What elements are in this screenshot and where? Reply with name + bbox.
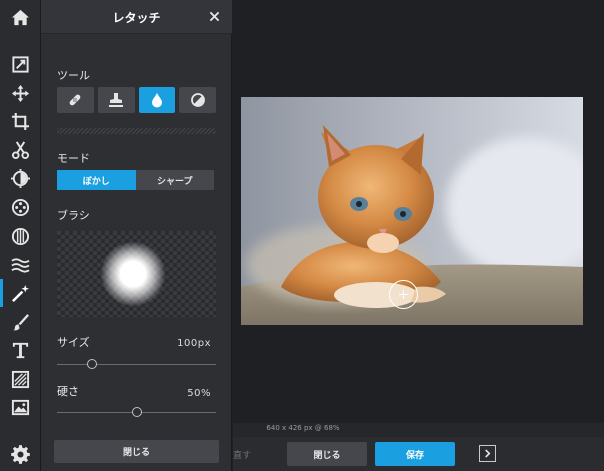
dodge-tool-button[interactable] xyxy=(179,87,216,113)
size-slider-thumb[interactable] xyxy=(86,359,97,369)
canvas-workspace: 640 x 426 px @ 68% 直す 閉じる 保存 xyxy=(233,0,604,471)
image-icon xyxy=(11,399,30,415)
brush-cursor xyxy=(389,280,418,309)
photo-editor-app: レタッチ ツール モード ぼかし シャープ ブラシ サイズ 100px 硬さ 5… xyxy=(0,0,604,471)
undo-button[interactable]: 直す xyxy=(233,448,251,461)
heal-tool-button[interactable] xyxy=(57,87,94,113)
panel-toggle-button[interactable] xyxy=(479,445,496,462)
hardness-value: 50% xyxy=(187,388,211,399)
text-icon xyxy=(12,342,29,358)
bandage-icon xyxy=(70,94,81,106)
hardness-slider-thumb[interactable] xyxy=(131,407,142,417)
mode-blur-button[interactable]: ぼかし xyxy=(57,170,136,190)
brush-icon xyxy=(12,313,29,330)
crop-button[interactable] xyxy=(0,107,41,135)
brush-shape-preview xyxy=(101,242,165,306)
waves-icon xyxy=(11,257,30,273)
home-button[interactable] xyxy=(0,3,41,31)
chevron-right-icon xyxy=(485,449,491,458)
exposure-button[interactable] xyxy=(0,164,41,192)
brush-section-label: ブラシ xyxy=(57,209,90,222)
gear-icon xyxy=(11,444,30,464)
tool-rail xyxy=(0,0,41,471)
size-label: サイズ xyxy=(57,336,90,349)
cut-button[interactable] xyxy=(0,136,41,164)
hardness-label: 硬さ xyxy=(57,385,79,398)
move-icon xyxy=(11,84,30,102)
image-size-zoom: 640 x 426 px @ 68% xyxy=(266,424,340,432)
save-button[interactable]: 保存 xyxy=(375,442,455,466)
tool-selector xyxy=(57,87,216,113)
exposure-icon xyxy=(11,168,30,188)
vignette-button[interactable] xyxy=(0,222,41,250)
filter-button[interactable] xyxy=(0,193,41,221)
adjust-button[interactable] xyxy=(0,50,41,78)
settings-button[interactable] xyxy=(0,440,41,468)
canvas-image[interactable] xyxy=(241,97,583,325)
size-value: 100px xyxy=(177,338,211,349)
scissors-icon xyxy=(11,140,30,159)
contrast-icon xyxy=(190,93,205,107)
film-reel-icon xyxy=(11,198,30,216)
status-bar: 640 x 426 px @ 68% xyxy=(233,423,604,437)
blur-tool-button[interactable] xyxy=(138,87,176,113)
hardness-slider[interactable] xyxy=(57,407,216,417)
brush-preview xyxy=(57,231,216,317)
stamp-icon xyxy=(109,93,124,107)
retouch-panel: レタッチ ツール モード ぼかし シャープ ブラシ サイズ 100px 硬さ 5… xyxy=(41,0,232,471)
bottom-action-bar: 直す 閉じる 保存 xyxy=(233,437,604,471)
vignette-icon xyxy=(11,227,30,245)
panel-close-button[interactable] xyxy=(204,6,224,26)
text-button[interactable] xyxy=(0,336,41,364)
frame-icon xyxy=(11,370,30,388)
texture-button[interactable] xyxy=(0,251,41,279)
close-button[interactable]: 閉じる xyxy=(287,442,367,466)
close-icon xyxy=(209,11,219,21)
crop-icon xyxy=(11,112,30,130)
panel-close-bottom-button[interactable]: 閉じる xyxy=(54,440,219,463)
retouch-button[interactable] xyxy=(0,279,41,307)
panel-header: レタッチ xyxy=(41,0,232,34)
move-button[interactable] xyxy=(0,79,41,107)
home-icon xyxy=(11,9,30,25)
image-button[interactable] xyxy=(0,393,41,421)
frame-button[interactable] xyxy=(0,365,41,393)
size-slider[interactable] xyxy=(57,359,216,369)
magic-wand-icon xyxy=(12,284,30,302)
mode-section-label: モード xyxy=(57,152,90,165)
mode-toggle: ぼかし シャープ xyxy=(57,170,214,190)
clone-tool-button[interactable] xyxy=(97,87,135,113)
section-divider xyxy=(57,128,216,134)
edit-frame-icon xyxy=(12,55,29,73)
droplet-icon xyxy=(151,93,162,108)
mode-sharpen-button[interactable]: シャープ xyxy=(135,170,214,190)
draw-button[interactable] xyxy=(0,308,41,336)
tool-section-label: ツール xyxy=(57,69,90,82)
